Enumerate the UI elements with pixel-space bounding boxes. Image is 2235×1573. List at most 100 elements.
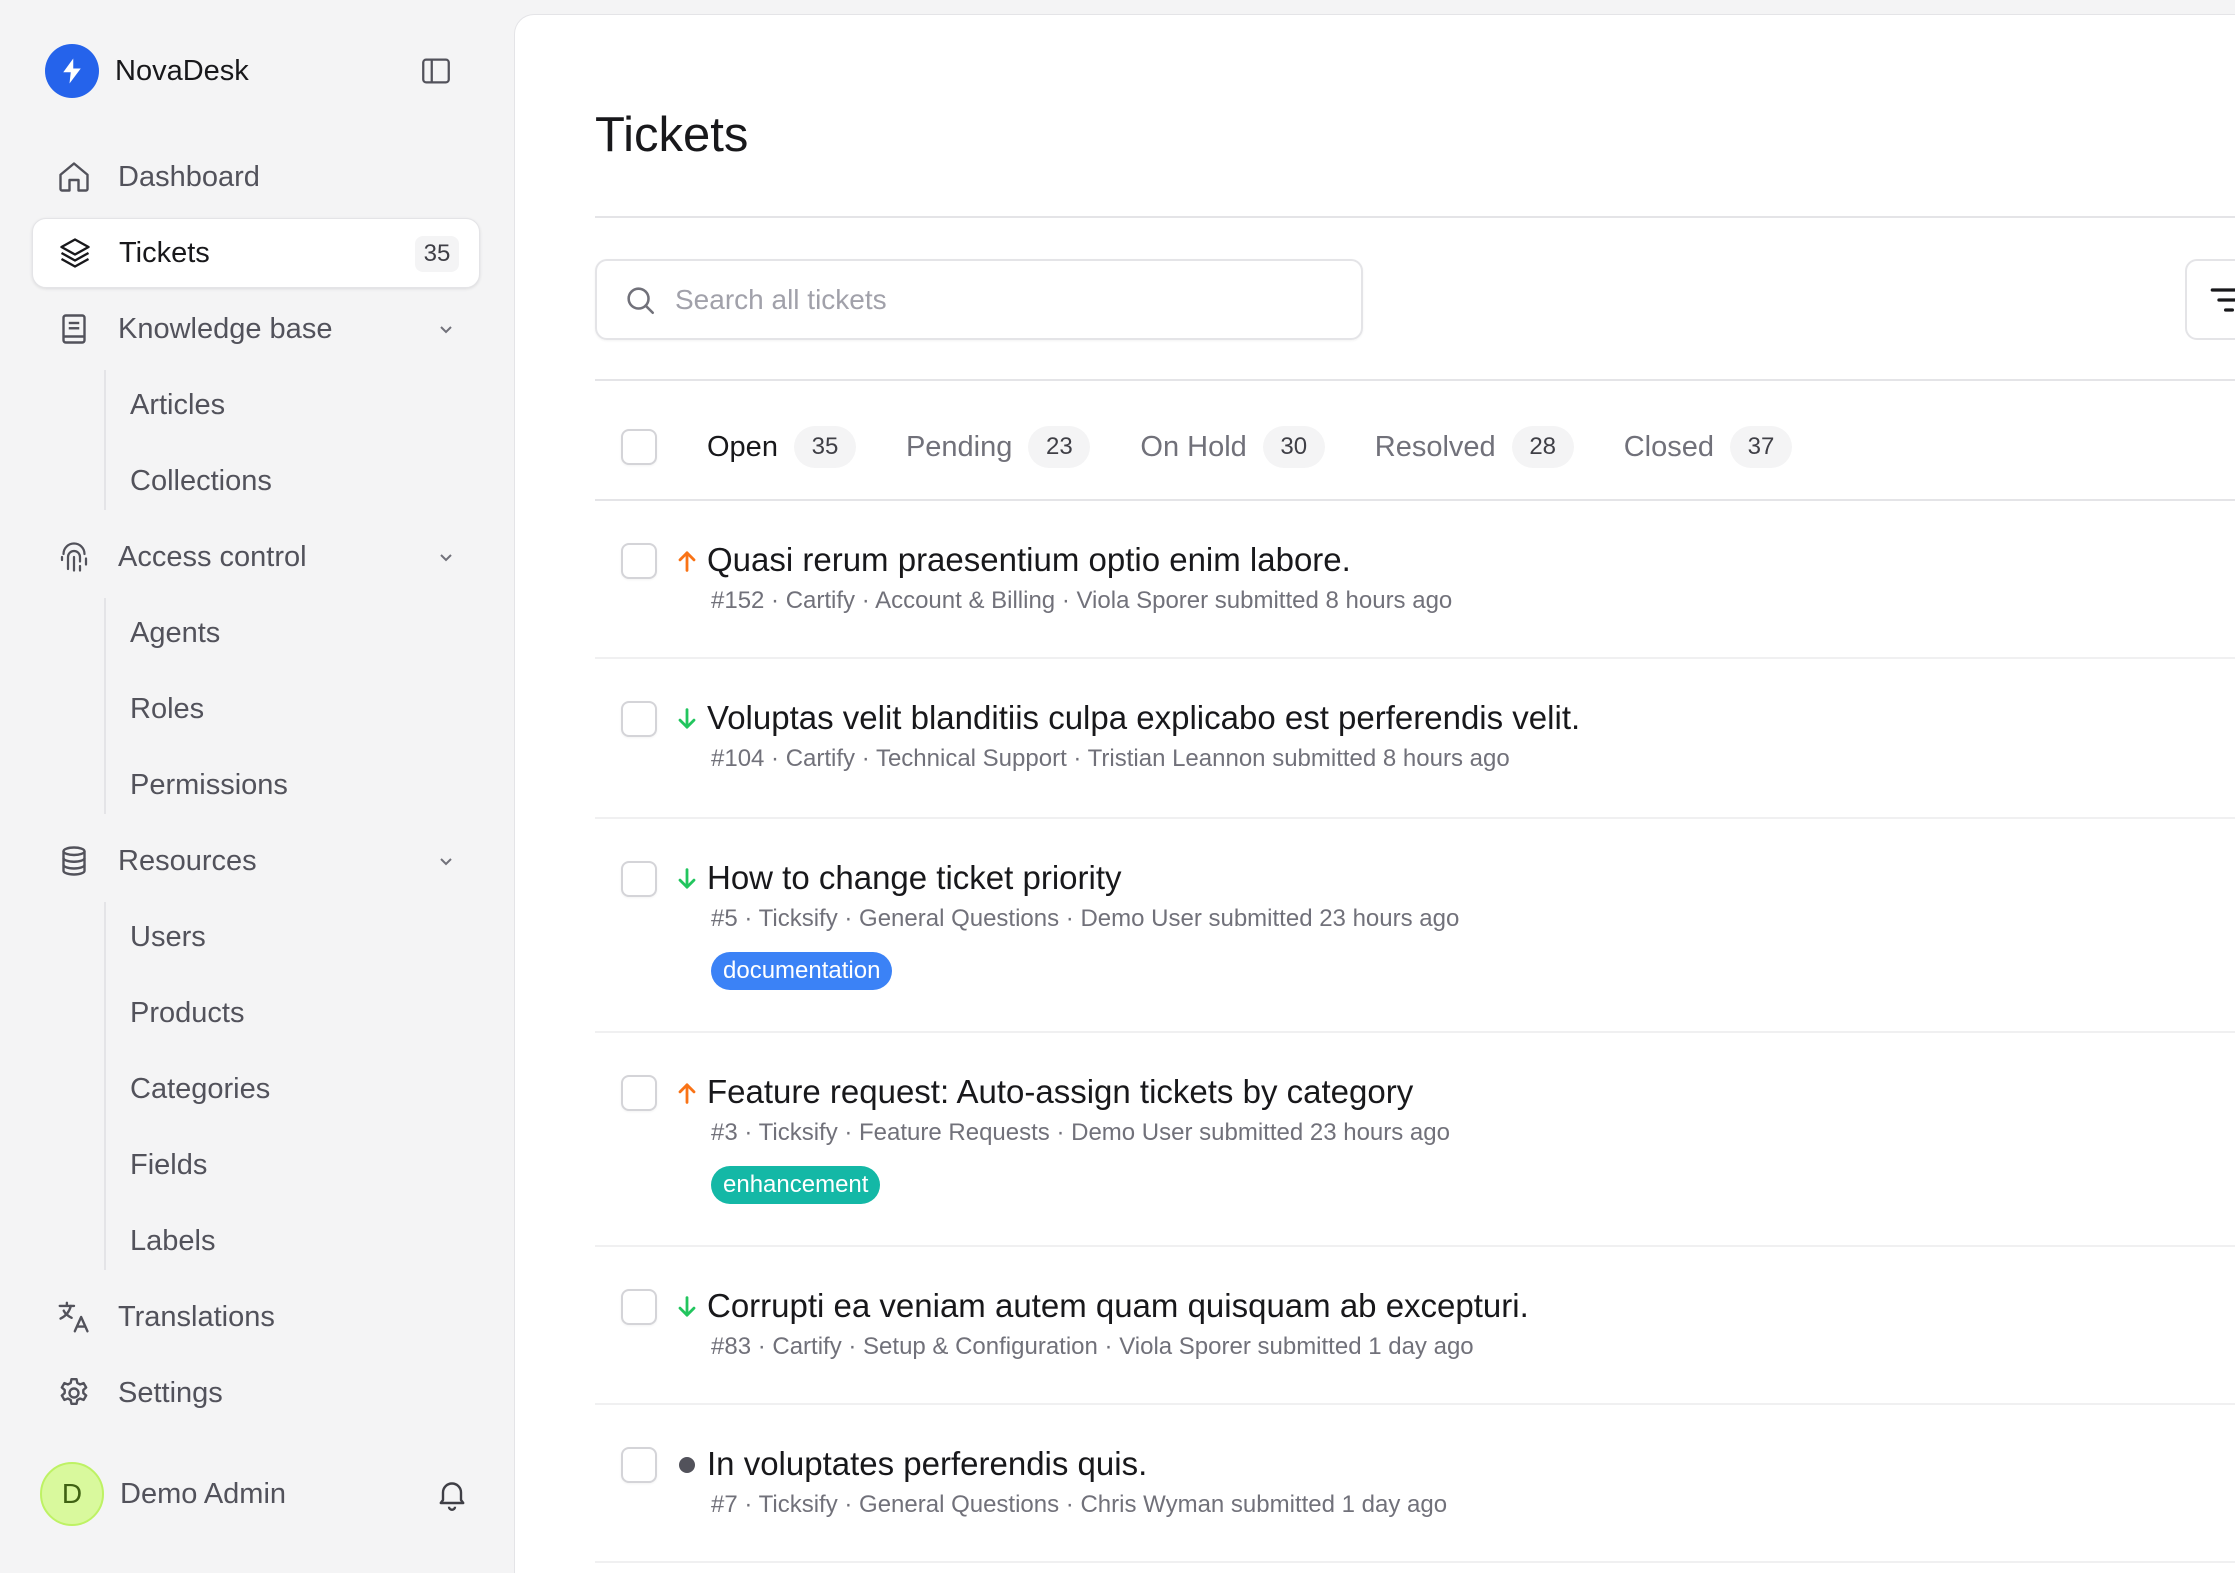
tab-open[interactable]: Open 35	[707, 426, 856, 468]
ticket-title[interactable]: Quasi rerum praesentium optio enim labor…	[707, 541, 1351, 579]
divider	[595, 379, 2235, 381]
sidebar-item-label: Dashboard	[118, 160, 260, 193]
sidebar: NovaDesk Dashboard Tickets 35 Knowledge …	[0, 0, 514, 1573]
app: NovaDesk Dashboard Tickets 35 Knowledge …	[0, 0, 2235, 1573]
sidebar-item-label: Resources	[118, 844, 257, 877]
ticket-checkbox[interactable]	[621, 1075, 657, 1111]
divider	[595, 216, 2235, 218]
sidebar-item-access-control[interactable]: Access control	[32, 522, 480, 592]
tab-on-hold[interactable]: On Hold 30	[1140, 426, 1325, 468]
tab-count-badge: 28	[1511, 426, 1574, 468]
ticket-title[interactable]: Corrupti ea veniam autem quam quisquam a…	[707, 1287, 1529, 1325]
ticket-row[interactable]: Quasi rerum praesentium optio enim labor…	[595, 501, 2235, 659]
label-tag[interactable]: enhancement	[711, 1166, 881, 1204]
sidebar-item-dashboard[interactable]: Dashboard	[32, 142, 480, 212]
sidebar-item-products[interactable]: Products	[72, 978, 480, 1048]
sidebar-item-labels[interactable]: Labels	[72, 1206, 480, 1276]
sidebar-toggle-icon[interactable]	[418, 53, 454, 89]
search-input[interactable]	[675, 283, 1315, 316]
select-all-checkbox[interactable]	[621, 429, 657, 465]
ticket-meta: #83 · Cartify · Setup & Configuration · …	[711, 1333, 1474, 1360]
ticket-row[interactable]: Voluptas velit blanditiis culpa explicab…	[595, 659, 2235, 819]
tab-pending[interactable]: Pending 23	[906, 426, 1091, 468]
ticket-checkbox[interactable]	[621, 701, 657, 737]
ticket-list: Quasi rerum praesentium optio enim labor…	[595, 501, 2235, 1563]
ticket-title[interactable]: Voluptas velit blanditiis culpa explicab…	[707, 699, 1580, 737]
filter-icon	[2210, 287, 2235, 312]
arrow-down-icon	[669, 861, 705, 897]
ticket-meta: #152 · Cartify · Account & Billing · Vio…	[711, 587, 1453, 614]
avatar: D	[40, 1462, 104, 1526]
ticket-title[interactable]: In voluptates perferendis quis.	[707, 1445, 1147, 1483]
tab-count-badge: 35	[793, 426, 856, 468]
resources-subnav: Users Products Categories Fields Labels	[72, 902, 480, 1276]
tab-label: Closed	[1623, 430, 1714, 463]
sidebar-item-roles[interactable]: Roles	[72, 674, 480, 744]
page-title: Tickets	[595, 108, 749, 162]
tab-label: On Hold	[1140, 430, 1247, 463]
brand-name: NovaDesk	[115, 54, 249, 87]
status-tabs: Open 35 Pending 23 On Hold 30 Resolved 2…	[595, 407, 1792, 487]
fingerprint-icon	[54, 537, 94, 577]
ticket-meta: #5 · Ticksify · General Questions · Demo…	[711, 905, 1460, 932]
sidebar-item-fields[interactable]: Fields	[72, 1130, 480, 1200]
arrow-up-icon	[669, 543, 705, 579]
ticket-row[interactable]: In voluptates perferendis quis. #7 · Tic…	[595, 1405, 2235, 1563]
ticket-meta: #104 · Cartify · Technical Support · Tri…	[711, 745, 1510, 772]
ticket-row[interactable]: Corrupti ea veniam autem quam quisquam a…	[595, 1247, 2235, 1405]
sidebar-item-knowledge-base[interactable]: Knowledge base	[32, 294, 480, 364]
sidebar-item-tickets[interactable]: Tickets 35	[32, 218, 480, 288]
tab-closed[interactable]: Closed 37	[1624, 426, 1792, 468]
sidebar-item-collections[interactable]: Collections	[72, 446, 480, 516]
ticket-checkbox[interactable]	[621, 861, 657, 897]
ticket-row[interactable]: Feature request: Auto-assign tickets by …	[595, 1033, 2235, 1247]
ticket-checkbox[interactable]	[621, 1447, 657, 1483]
ticket-meta: #7 · Ticksify · General Questions · Chri…	[711, 1491, 1448, 1518]
chevron-down-icon[interactable]	[434, 849, 458, 873]
database-icon	[54, 841, 94, 881]
sidebar-item-articles[interactable]: Articles	[72, 370, 480, 440]
ticket-title[interactable]: Feature request: Auto-assign tickets by …	[707, 1073, 1413, 1111]
tab-count-badge: 37	[1729, 426, 1792, 468]
sidebar-item-label: Translations	[118, 1300, 275, 1333]
chevron-down-icon[interactable]	[434, 545, 458, 569]
tab-label: Resolved	[1374, 430, 1496, 463]
lightning-logo-icon	[45, 44, 99, 98]
sidebar-item-label: Access control	[118, 540, 307, 573]
sidebar-item-label: Settings	[118, 1376, 223, 1409]
tab-count-badge: 23	[1028, 426, 1091, 468]
tab-count-badge: 30	[1262, 426, 1325, 468]
brand[interactable]: NovaDesk	[45, 44, 249, 98]
ticket-title[interactable]: How to change ticket priority	[707, 859, 1122, 897]
tab-label: Open	[707, 430, 778, 463]
ticket-meta: #3 · Ticksify · Feature Requests · Demo …	[711, 1119, 1450, 1146]
sidebar-item-resources[interactable]: Resources	[32, 826, 480, 896]
sidebar-item-users[interactable]: Users	[72, 902, 480, 972]
arrow-up-icon	[669, 1075, 705, 1111]
sidebar-item-agents[interactable]: Agents	[72, 598, 480, 668]
sidebar-item-permissions[interactable]: Permissions	[72, 750, 480, 820]
chevron-down-icon[interactable]	[434, 317, 458, 341]
user-menu[interactable]: D Demo Admin	[40, 1462, 470, 1526]
access-control-subnav: Agents Roles Permissions	[72, 598, 480, 820]
priority-dot-icon	[669, 1447, 705, 1483]
bell-icon[interactable]	[434, 1476, 470, 1512]
book-icon	[54, 309, 94, 349]
ticket-row[interactable]: How to change ticket priority #5 · Ticks…	[595, 819, 2235, 1033]
translate-icon	[54, 1297, 94, 1337]
layers-icon	[55, 233, 95, 273]
label-tag[interactable]: documentation	[711, 952, 893, 990]
sidebar-item-settings[interactable]: Settings	[32, 1358, 480, 1428]
filter-button[interactable]	[2185, 259, 2235, 340]
search-box[interactable]	[595, 259, 1363, 340]
home-icon	[54, 157, 94, 197]
ticket-checkbox[interactable]	[621, 543, 657, 579]
ticket-checkbox[interactable]	[621, 1289, 657, 1325]
tickets-count-badge: 35	[415, 236, 459, 272]
gear-icon	[54, 1373, 94, 1413]
sidebar-item-translations[interactable]: Translations	[32, 1282, 480, 1352]
main-panel: Tickets Open 35 Pending 23 On Hold 30	[514, 14, 2235, 1573]
sidebar-item-categories[interactable]: Categories	[72, 1054, 480, 1124]
sidebar-item-label: Tickets	[119, 236, 210, 269]
tab-resolved[interactable]: Resolved 28	[1375, 426, 1574, 468]
